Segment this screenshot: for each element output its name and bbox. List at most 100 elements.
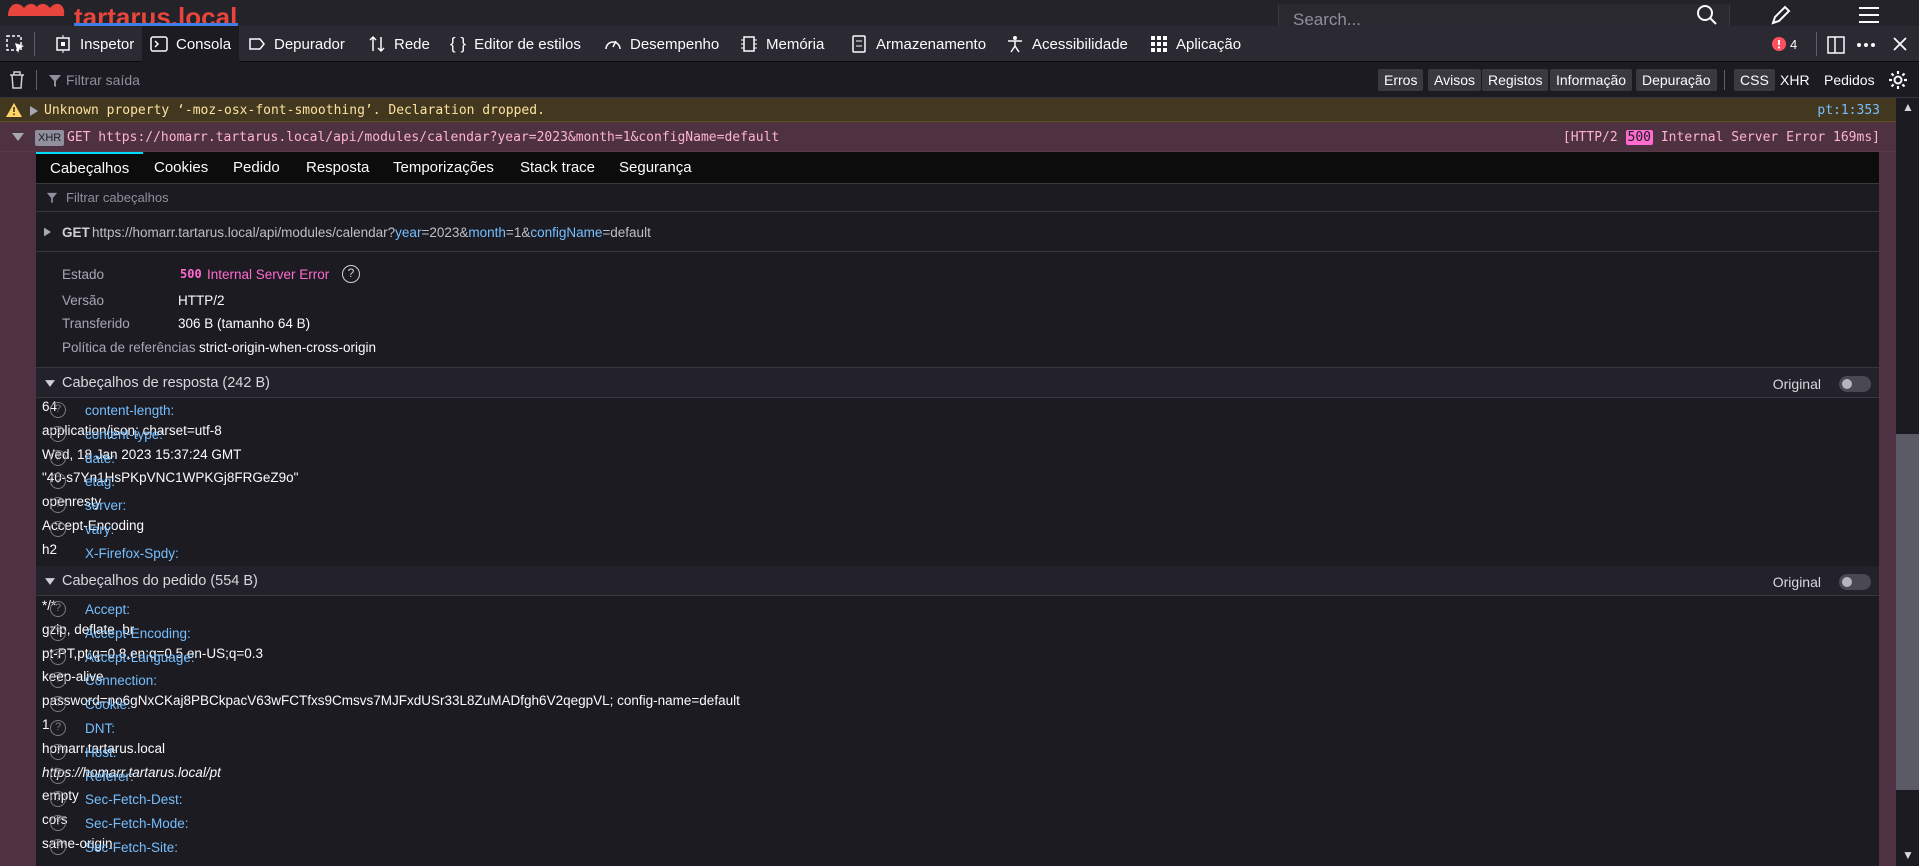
collapse-arrow-icon[interactable] [12,133,24,141]
help-icon[interactable]: ? [50,601,66,617]
tab-resposta[interactable]: Resposta [306,152,369,184]
tab-temporizacoes[interactable]: Temporizações [393,152,494,184]
header-row[interactable]: ? etag: "40-s7Yn1HsPKpVNC1WPKGj8FRGeZ9o" [36,470,1879,494]
original-toggle[interactable] [1839,376,1871,392]
help-icon[interactable]: ? [50,473,66,490]
header-row[interactable]: ? content-length: 64 [36,399,1879,423]
help-icon[interactable]: ? [50,648,66,665]
error-count-badge[interactable]: 4 [1772,26,1797,62]
filter-xhr-button[interactable]: XHR [1780,69,1810,91]
console-scrollbar[interactable]: ▲ ▼ [1896,98,1919,866]
collapse-arrow-icon[interactable] [45,578,55,585]
tab-label: Depurador [274,35,345,53]
help-icon[interactable]: ? [50,672,66,689]
more-options-icon[interactable] [1856,35,1876,55]
header-value: h2 [42,541,58,557]
header-row[interactable]: ? server: openresty [36,494,1879,518]
help-icon[interactable]: ? [50,767,66,784]
warning-source-link[interactable]: pt:1:353 [1817,103,1880,118]
tab-inspetor[interactable]: Inspetor [48,26,140,62]
console-warning-message[interactable]: Unknown property ‘-moz-osx-font-smoothin… [0,98,1896,122]
help-icon[interactable]: ? [50,696,66,713]
tab-acessibilidade[interactable]: Acessibilidade [1006,26,1128,62]
site-search-input[interactable]: Search... [1278,4,1730,26]
search-placeholder: Search... [1293,10,1362,26]
help-icon[interactable]: ? [50,815,66,832]
expand-arrow-icon[interactable] [44,227,51,237]
help-icon[interactable]: ? [50,743,66,760]
response-headers-section[interactable]: Cabeçalhos de resposta (242 B) Original [36,368,1879,398]
header-row[interactable]: ? DNT: 1 [36,717,1879,741]
header-row[interactable]: X-Firefox-Spdy: h2 [36,542,1879,566]
filter-logs-button[interactable]: Registos [1482,69,1549,91]
help-icon[interactable]: ? [50,839,66,855]
dock-icon[interactable] [1826,35,1846,55]
tab-consola[interactable]: Consola [142,26,240,62]
close-icon[interactable] [1892,36,1908,52]
collapse-arrow-icon[interactable] [45,380,55,387]
header-row[interactable]: ? Host: homarr.tartarus.local [36,741,1879,765]
header-row[interactable]: ? Accept-Language: pt-PT,pt;q=0.8,en;q=0.5… [36,646,1879,670]
header-row[interactable]: ? content-type: application/json; charset=… [36,423,1879,447]
tab-pedido[interactable]: Pedido [233,152,280,184]
help-icon[interactable]: ? [50,521,66,537]
help-icon[interactable]: ? [342,265,360,283]
tab-cookies[interactable]: Cookies [154,152,208,184]
header-row[interactable]: ? Accept-Encoding: gzip, deflate, br [36,622,1879,646]
original-toggle[interactable] [1839,574,1871,590]
settings-gear-icon[interactable] [1888,70,1908,90]
menu-icon[interactable] [1858,4,1880,26]
header-row[interactable]: ? Cookie: password=no6gNxCKaj8PBCkpacV63wF… [36,693,1879,717]
help-icon[interactable]: ? [50,449,66,466]
scroll-down-icon[interactable]: ▼ [1902,848,1914,862]
tab-cabecalhos[interactable]: Cabeçalhos [36,152,144,184]
help-icon[interactable]: ? [50,497,66,514]
edit-icon[interactable] [1770,4,1792,26]
transferred-label: Transferido [62,316,130,331]
header-row[interactable]: ? vary: Accept-Encoding [36,518,1879,542]
help-icon[interactable]: ? [50,425,66,442]
console-xhr-error-message[interactable]: XHR GET https://homarr.tartarus.local/ap… [0,122,1896,152]
header-name: content-length: [85,403,175,418]
filter-output-input[interactable]: Filtrar saída [66,72,140,88]
expand-arrow-icon[interactable] [30,106,38,116]
filter-headers-input[interactable]: Filtrar cabeçalhos [36,184,1879,212]
header-row[interactable]: ? Referer: https://homarr.tartarus.local/p… [36,765,1879,789]
filter-debug-button[interactable]: Depuração [1636,69,1717,91]
filter-requests-button[interactable]: Pedidos [1824,69,1875,91]
filter-errors-button[interactable]: Erros [1378,69,1424,91]
tab-aplicacao[interactable]: Aplicação [1150,26,1241,62]
request-headers-title: Cabeçalhos do pedido (554 B) [62,573,258,589]
tab-rede[interactable]: Rede [368,26,430,62]
tab-seguranca[interactable]: Segurança [619,152,692,184]
request-url-summary[interactable]: GET https://homarr.tartarus.local/api/mo… [36,212,1879,252]
header-row[interactable]: ? Accept: */* [36,598,1879,622]
scroll-up-icon[interactable]: ▲ [1902,100,1914,114]
header-row[interactable]: ? Sec-Fetch-Dest: empty [36,788,1879,812]
header-row[interactable]: ? Sec-Fetch-Mode: cors [36,812,1879,836]
header-row[interactable]: ? Sec-Fetch-Site: same-origin [36,836,1879,860]
tab-stack-trace[interactable]: Stack trace [520,152,595,184]
trash-icon[interactable] [8,70,26,90]
tab-depurador[interactable]: Depurador [248,26,345,62]
header-row[interactable]: ? date: Wed, 18 Jan 2023 15:37:24 GMT [36,447,1879,471]
tab-armazenamento[interactable]: Armazenamento [850,26,986,62]
search-icon[interactable] [1696,4,1718,26]
help-icon[interactable]: ? [50,402,66,418]
help-icon[interactable]: ? [50,791,66,808]
scrollbar-thumb[interactable] [1896,434,1919,790]
tab-memoria[interactable]: Memória [740,26,824,62]
filter-info-button[interactable]: Informação [1550,69,1633,91]
element-picker-icon[interactable] [6,35,26,55]
filter-css-button[interactable]: CSS [1734,69,1775,91]
help-icon[interactable]: ? [50,624,66,641]
request-headers-section[interactable]: Cabeçalhos do pedido (554 B) Original [36,566,1879,596]
filter-warnings-button[interactable]: Avisos [1428,69,1481,91]
help-icon[interactable]: ? [50,720,66,736]
transferred-value: 306 B (tamanho 64 B) [178,316,311,331]
tab-desempenho[interactable]: Desempenho [604,26,719,62]
tab-editor-de-estilos[interactable]: { } Editor de estilos [450,26,581,62]
request-line[interactable]: GET https://homarr.tartarus.local/api/mo… [67,130,779,145]
header-row[interactable]: ? Connection: keep-alive [36,669,1879,693]
request-url[interactable]: https://homarr.tartarus.local/api/module… [92,225,651,240]
